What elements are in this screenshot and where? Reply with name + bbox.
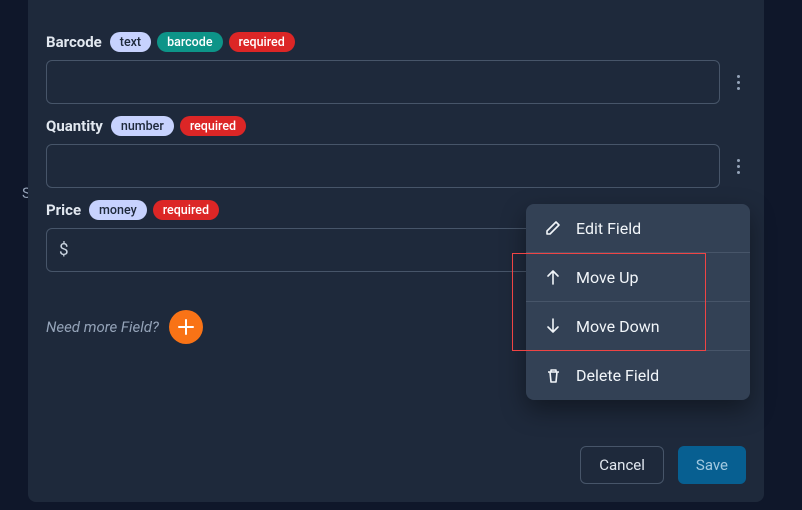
field-quantity: Quantity number required	[46, 116, 746, 188]
field-header: Quantity number required	[46, 116, 746, 136]
field-menu-button[interactable]	[730, 68, 746, 96]
field-context-menu: Edit Field Move Up Move Down Delete Fiel…	[526, 204, 750, 400]
footer-buttons: Cancel Save	[580, 446, 746, 484]
edit-icon	[544, 220, 562, 236]
required-tag: required	[153, 200, 219, 220]
currency-prefix: $	[59, 240, 69, 260]
field-header: Barcode text barcode required	[46, 32, 746, 52]
menu-label: Move Up	[576, 268, 638, 287]
barcode-input[interactable]	[46, 60, 720, 104]
menu-delete-field[interactable]: Delete Field	[526, 351, 750, 400]
trash-icon	[544, 368, 562, 384]
required-tag: required	[180, 116, 246, 136]
required-tag: required	[229, 32, 295, 52]
type-tag: number	[111, 116, 174, 136]
cancel-button[interactable]: Cancel	[580, 446, 664, 484]
subtype-tag: barcode	[157, 32, 222, 52]
field-row	[46, 60, 746, 104]
menu-label: Edit Field	[576, 219, 641, 238]
save-button[interactable]: Save	[678, 446, 746, 484]
field-menu-button[interactable]	[730, 152, 746, 180]
menu-move-up[interactable]: Move Up	[526, 253, 750, 302]
menu-label: Delete Field	[576, 366, 659, 385]
field-label: Barcode	[46, 33, 102, 51]
quantity-input[interactable]	[46, 144, 720, 188]
plus-icon	[177, 318, 195, 336]
need-more-label: Need more Field?	[46, 318, 159, 336]
menu-edit-field[interactable]: Edit Field	[526, 204, 750, 253]
menu-label: Move Down	[576, 317, 660, 336]
add-field-button[interactable]	[169, 310, 203, 344]
arrow-up-icon	[544, 269, 562, 285]
type-tag: money	[89, 200, 147, 220]
field-row	[46, 144, 746, 188]
type-tag: text	[110, 32, 151, 52]
field-label: Price	[46, 201, 81, 219]
menu-move-down[interactable]: Move Down	[526, 302, 750, 351]
field-barcode: Barcode text barcode required	[46, 32, 746, 104]
arrow-down-icon	[544, 318, 562, 334]
field-label: Quantity	[46, 117, 103, 135]
